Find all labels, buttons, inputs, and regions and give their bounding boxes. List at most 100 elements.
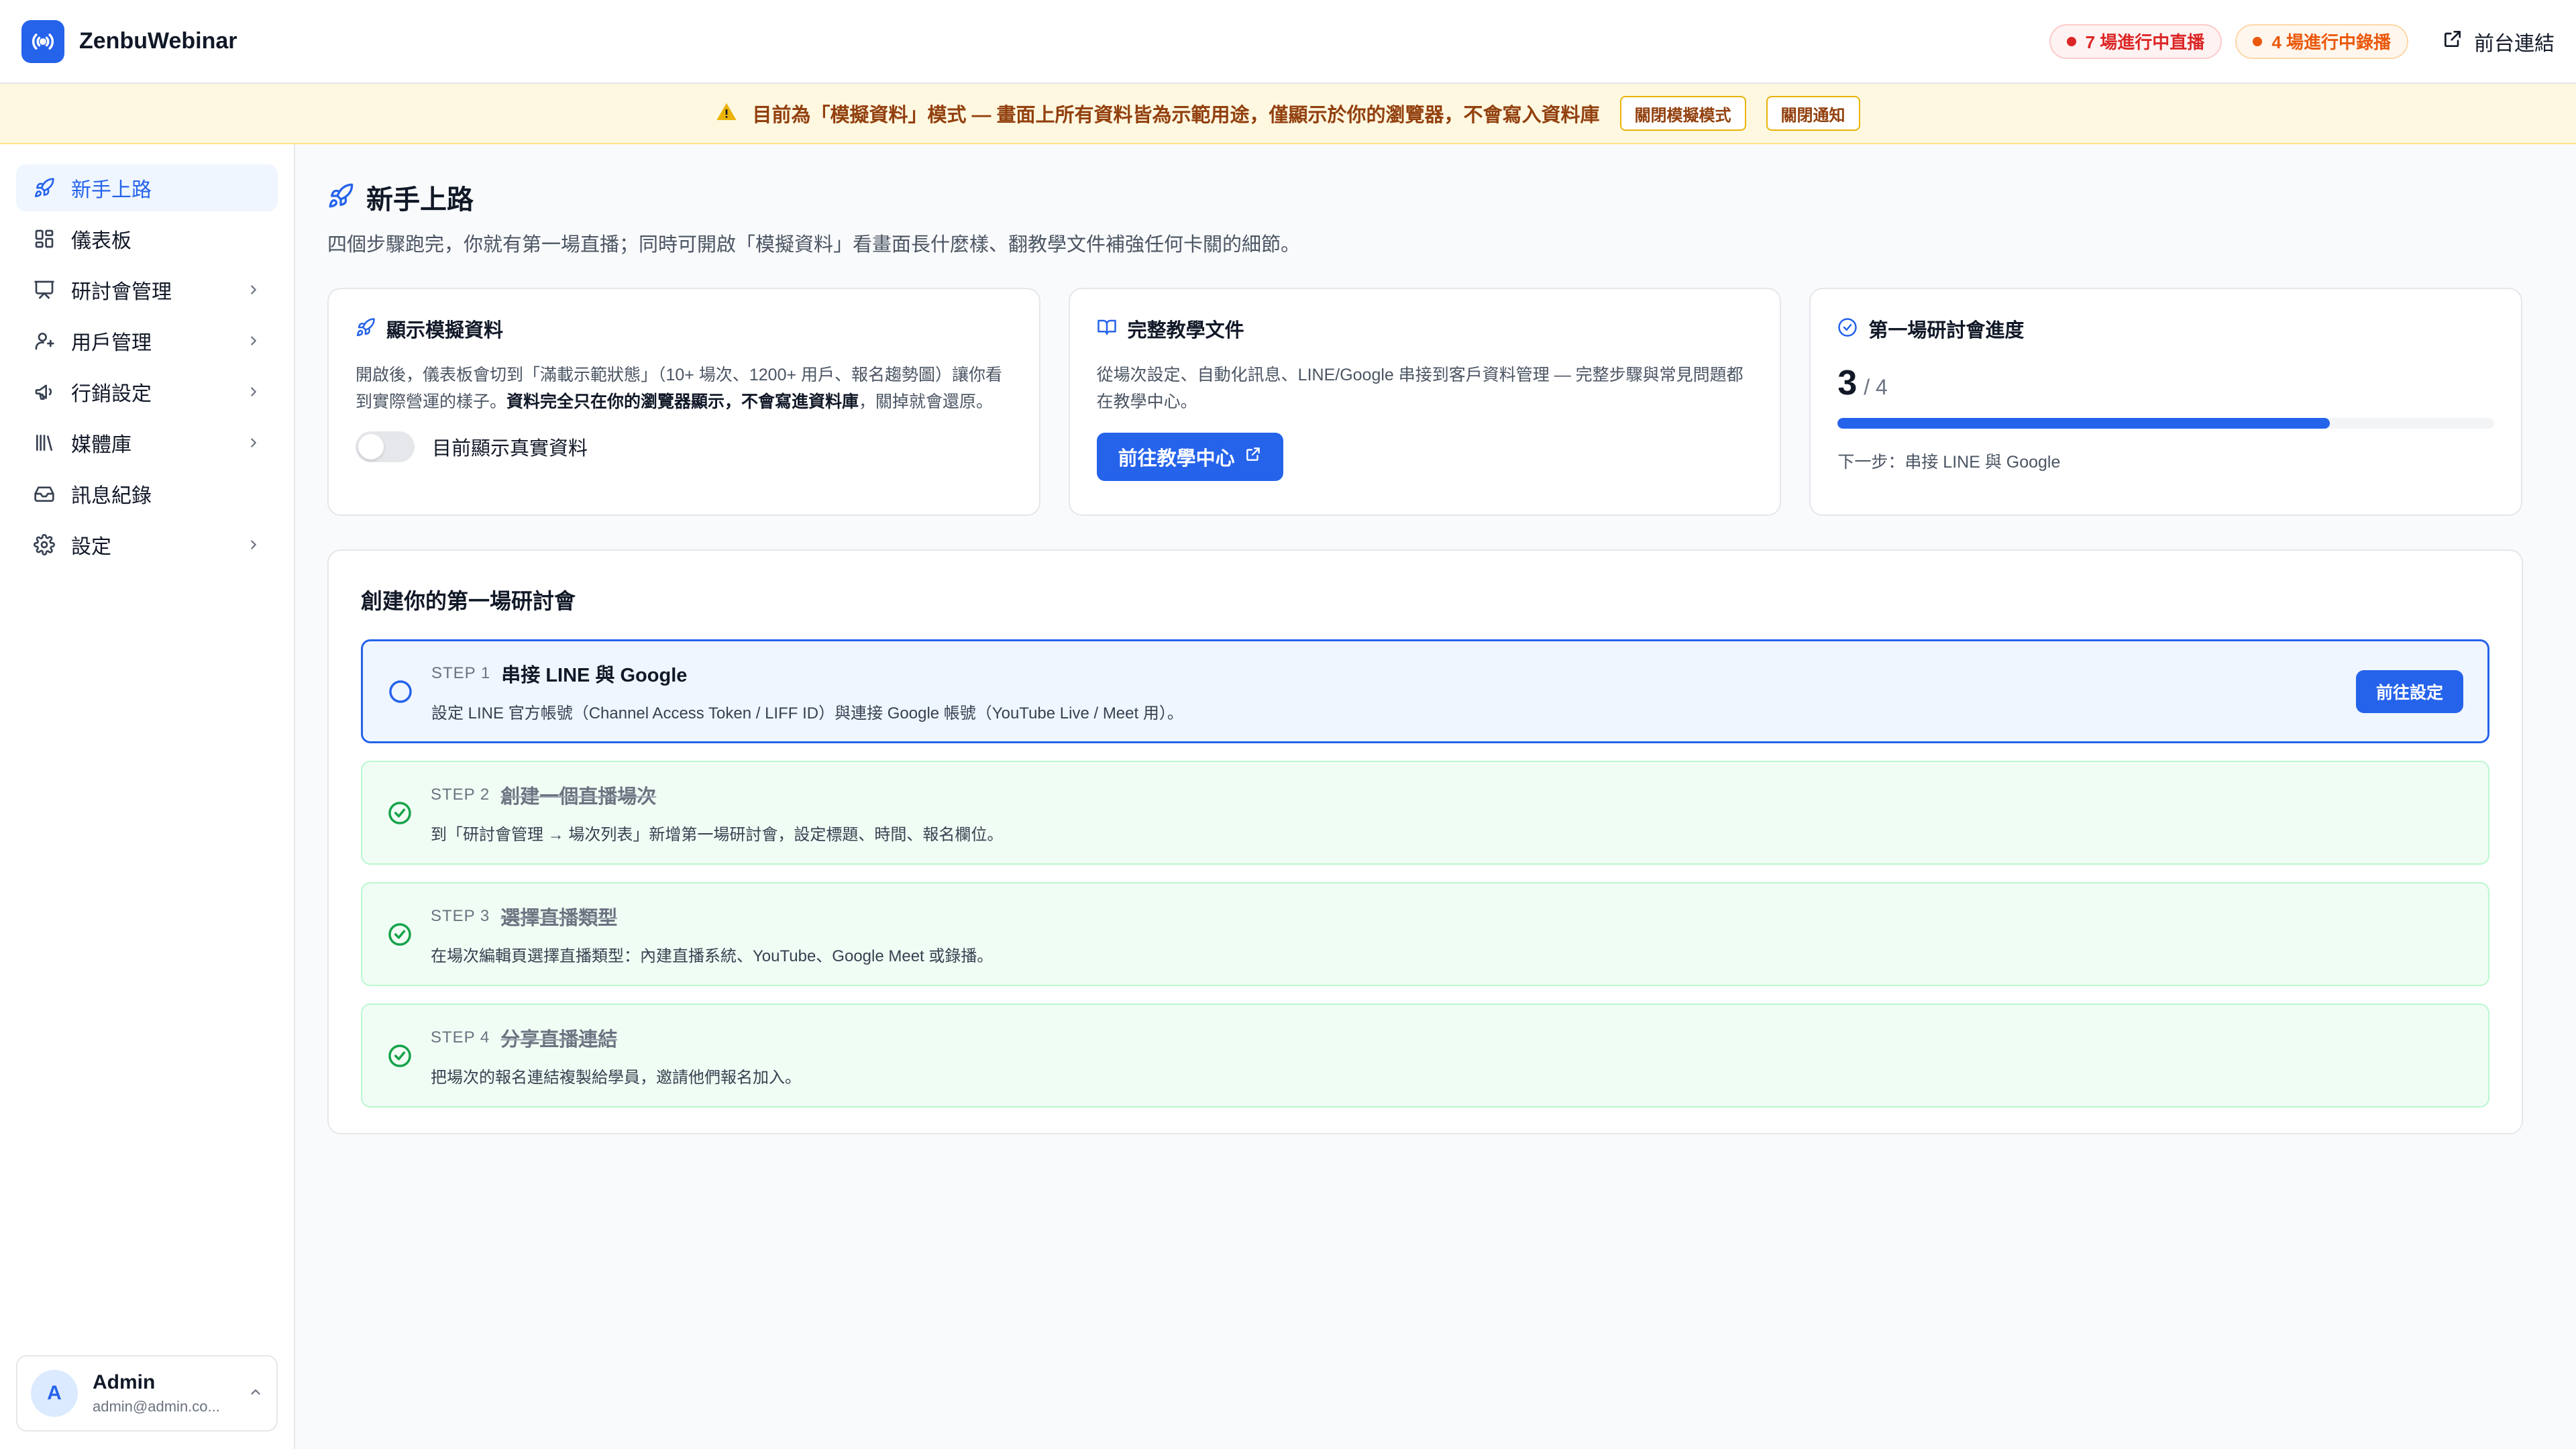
steps-title: 創建你的第一場研討會 xyxy=(361,589,576,613)
sidebar: 新手上路 儀表板 研討會管理 用戶管理 行銷設定 媒體庫 訊息紀錄 設定 A A… xyxy=(0,144,295,1449)
rocket-icon xyxy=(356,317,376,341)
live-count-badge[interactable]: 7 場進行中直播 xyxy=(2049,23,2222,59)
sidebar-item-message-log[interactable]: 訊息紀錄 xyxy=(16,470,278,517)
mock-data-card: 顯示模擬資料 開啟後，儀表板會切到「滿載示範狀態」（10+ 場次、1200+ 用… xyxy=(327,288,1040,516)
mock-data-toggle[interactable] xyxy=(356,431,415,462)
presentation-icon xyxy=(32,278,56,302)
front-link-label: 前台連結 xyxy=(2474,32,2555,55)
empty-circle-icon xyxy=(387,678,414,705)
library-icon xyxy=(32,431,56,455)
toggle-knob xyxy=(358,434,384,460)
step-item[interactable]: STEP 4 分享直播連結 把場次的報名連結複製給學員，邀請他們報名加入。 xyxy=(361,1004,2489,1108)
step-body: STEP 4 分享直播連結 把場次的報名連結複製給學員，邀請他們報名加入。 xyxy=(431,1024,801,1087)
chevron-right-icon xyxy=(246,435,262,451)
user-email: admin@admin.co... xyxy=(93,1398,220,1415)
dashboard-grid-icon xyxy=(32,227,56,251)
live-count-label: 7 場進行中直播 xyxy=(2085,32,2205,52)
step-head: STEP 4 分享直播連結 xyxy=(431,1024,801,1052)
step-body: STEP 1 串接 LINE 與 Google 設定 LINE 官方帳號（Cha… xyxy=(431,659,1183,723)
external-link-icon xyxy=(2442,28,2463,55)
card-header: 完整教學文件 xyxy=(1097,315,1754,343)
broadcast-icon[interactable] xyxy=(21,19,64,63)
sidebar-item-media-library[interactable]: 媒體庫 xyxy=(16,419,278,466)
chevron-right-icon xyxy=(246,333,262,349)
step-name: 選擇直播類型 xyxy=(500,908,618,929)
top-bar: ZenbuWebinar 7 場進行中直播 4 場進行中錄播 前台連結 xyxy=(0,0,2576,84)
progress-bar-fill xyxy=(1837,418,2330,429)
step-item[interactable]: STEP 1 串接 LINE 與 Google 設定 LINE 官方帳號（Cha… xyxy=(361,639,2489,743)
book-icon xyxy=(1097,317,1117,341)
recorded-count-badge[interactable]: 4 場進行中錄播 xyxy=(2235,23,2408,59)
info-cards: 顯示模擬資料 開啟後，儀表板會切到「滿載示範狀態」（10+ 場次、1200+ 用… xyxy=(327,288,2523,516)
step-head: STEP 2 創建一個直播場次 xyxy=(431,781,1003,809)
chevron-right-icon xyxy=(246,537,262,553)
step-body: STEP 3 選擇直播類型 在場次編輯頁選擇直播類型：內建直播系統、YouTub… xyxy=(431,902,993,966)
step-name: 串接 LINE 與 Google xyxy=(501,665,688,686)
front-site-link[interactable]: 前台連結 xyxy=(2442,27,2555,56)
step-number: STEP 3 xyxy=(431,907,490,925)
user-info: Admin admin@admin.co... xyxy=(93,1371,220,1415)
header-actions: 7 場進行中直播 4 場進行中錄播 前台連結 xyxy=(2049,23,2555,59)
progress-count: 3 / 4 xyxy=(1837,363,2494,403)
step-description: 設定 LINE 官方帳號（Channel Access Token / LIFF… xyxy=(431,704,1183,722)
rocket-icon xyxy=(327,182,354,213)
step-body: STEP 2 創建一個直播場次 到「研討會管理 → 場次列表」新增第一場研討會，… xyxy=(431,781,1003,845)
next-step-hint: 下一步：串接 LINE 與 Google xyxy=(1837,453,2061,472)
sidebar-item-label: 用戶管理 xyxy=(71,332,152,354)
check-circle-icon xyxy=(1837,317,1858,341)
sidebar-item-webinar-management[interactable]: 研討會管理 xyxy=(16,266,278,313)
desc-emphasis: 資料完全只在你的瀏覽器顯示，不會寫進資料庫 xyxy=(506,392,859,411)
toggle-label: 目前顯示真實資料 xyxy=(432,438,588,460)
docs-description: 從場次設定、自動化訊息、LINE/Google 串接到客戶資料管理 — 完整步驟… xyxy=(1096,366,1743,411)
go-to-settings-button[interactable]: 前往設定 xyxy=(2355,669,2463,713)
sidebar-item-label: 研討會管理 xyxy=(71,281,172,303)
close-mock-mode-button[interactable]: 關閉模擬模式 xyxy=(1619,96,1746,131)
sidebar-item-label: 儀表板 xyxy=(71,230,131,252)
progress-current: 3 xyxy=(1837,364,1858,402)
banner-text: 目前為「模擬資料」模式 — 畫面上所有資料皆為示範用途，僅顯示於你的瀏覽器，不會… xyxy=(752,105,1600,126)
mock-mode-banner: 目前為「模擬資料」模式 — 畫面上所有資料皆為示範用途，僅顯示於你的瀏覽器，不會… xyxy=(0,84,2576,144)
megaphone-icon xyxy=(32,380,56,404)
step-item[interactable]: STEP 3 選擇直播類型 在場次編輯頁選擇直播類型：內建直播系統、YouTub… xyxy=(361,882,2489,986)
page-header: 新手上路 xyxy=(327,178,2522,217)
users-icon xyxy=(32,329,56,353)
user-menu[interactable]: A Admin admin@admin.co... xyxy=(16,1355,278,1432)
check-circle-icon xyxy=(386,921,413,948)
card-header: 顯示模擬資料 xyxy=(356,315,1012,343)
card-title: 顯示模擬資料 xyxy=(386,320,504,341)
sidebar-item-label: 設定 xyxy=(71,536,111,558)
sidebar-item-settings[interactable]: 設定 xyxy=(16,521,278,568)
sidebar-item-label: 行銷設定 xyxy=(71,383,152,405)
card-title: 第一場研討會進度 xyxy=(1868,320,2025,341)
rocket-icon xyxy=(32,176,56,200)
close-notice-button[interactable]: 關閉通知 xyxy=(1766,96,1860,131)
live-dot-icon xyxy=(2066,36,2076,46)
step-name: 創建一個直播場次 xyxy=(500,786,657,808)
chevron-right-icon xyxy=(246,384,262,400)
chevron-up-icon xyxy=(248,1385,263,1403)
sidebar-item-onboarding[interactable]: 新手上路 xyxy=(16,164,278,211)
card-header: 第一場研討會進度 xyxy=(1837,315,2494,343)
step-description: 到「研討會管理 → 場次列表」新增第一場研討會，設定標題、時間、報名欄位。 xyxy=(431,826,1004,844)
card-title: 完整教學文件 xyxy=(1127,320,1244,341)
sidebar-item-user-management[interactable]: 用戶管理 xyxy=(16,317,278,364)
steps-panel: 創建你的第一場研討會 STEP 1 串接 LINE 與 Google 設定 LI… xyxy=(327,549,2523,1134)
progress-card: 第一場研討會進度 3 / 4 下一步：串接 LINE 與 Google xyxy=(1809,288,2523,516)
step-number: STEP 1 xyxy=(431,664,491,682)
step-number: STEP 4 xyxy=(431,1028,490,1046)
page-subtitle: 四個步驟跑完，你就有第一場直播；同時可開啟「模擬資料」看畫面長什麼樣、翻教學文件… xyxy=(327,234,1301,256)
sidebar-item-marketing[interactable]: 行銷設定 xyxy=(16,368,278,415)
step-item[interactable]: STEP 2 創建一個直播場次 到「研討會管理 → 場次列表」新增第一場研討會，… xyxy=(361,761,2489,865)
sidebar-item-label: 訊息紀錄 xyxy=(71,485,152,507)
app-name[interactable]: ZenbuWebinar xyxy=(79,28,237,54)
sidebar-item-label: 新手上路 xyxy=(71,179,152,201)
sidebar-item-dashboard[interactable]: 儀表板 xyxy=(16,215,278,262)
check-circle-icon xyxy=(386,1042,413,1069)
step-number: STEP 2 xyxy=(431,786,490,804)
gear-icon xyxy=(32,533,56,557)
button-label: 前往教學中心 xyxy=(1118,448,1235,470)
chevron-right-icon xyxy=(246,282,262,298)
warning-icon xyxy=(716,101,737,126)
go-to-docs-button[interactable]: 前往教學中心 xyxy=(1096,433,1283,481)
progress-total: / 4 xyxy=(1864,375,1888,399)
